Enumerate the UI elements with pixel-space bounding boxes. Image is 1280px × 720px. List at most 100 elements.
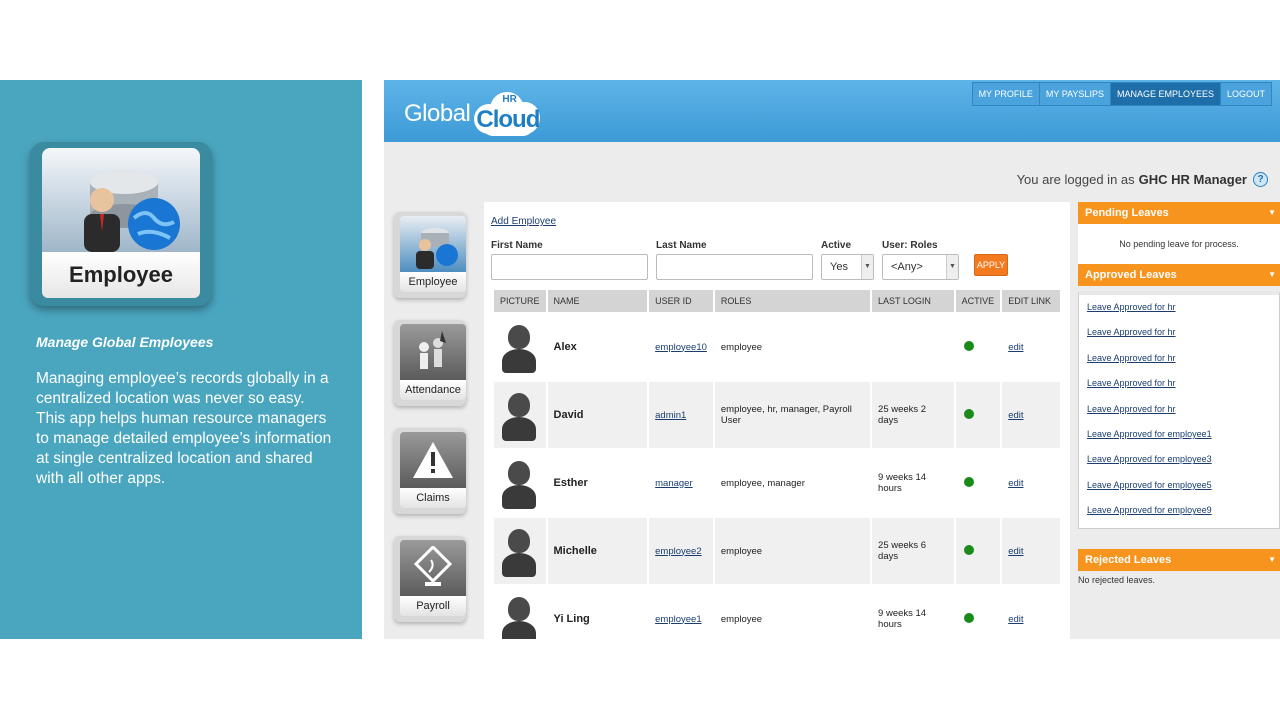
last-name-input[interactable]	[656, 254, 813, 280]
app-header: Global HR Cloud MY PROFILE MY PAYSLIPS M…	[384, 80, 1280, 142]
module-payroll[interactable]: Payroll	[394, 536, 466, 622]
avatar	[500, 321, 536, 373]
edit-link[interactable]: edit	[1008, 342, 1023, 353]
employee-name: Esther	[547, 450, 648, 516]
module-employee[interactable]: Employee	[394, 212, 466, 298]
approved-leave-link[interactable]: Leave Approved for hr	[1079, 397, 1279, 422]
table-header-row: PICTURE NAME USER ID ROLES LAST LOGIN AC…	[494, 290, 1060, 312]
module-attendance[interactable]: Attendance	[394, 320, 466, 406]
logo-hr-text: HR	[502, 94, 517, 105]
apply-button[interactable]: APPLY	[974, 254, 1008, 276]
approved-leave-link[interactable]: Leave Approved for hr	[1079, 346, 1279, 371]
approved-leave-link[interactable]: Leave Approved for hr	[1079, 320, 1279, 345]
table-row: Michelle employee2 employee 25 weeks 6 d…	[494, 518, 1060, 584]
module-claims-label: Claims	[400, 488, 466, 508]
col-edit-link: EDIT LINK	[1002, 290, 1060, 312]
col-user-id[interactable]: USER ID	[649, 290, 713, 312]
pending-leaves-title: Pending Leaves	[1085, 207, 1169, 219]
col-active[interactable]: ACTIVE	[955, 290, 1001, 312]
global-hr-cloud-logo: Global HR Cloud	[404, 90, 541, 136]
approved-leaves-header[interactable]: Approved Leaves ▼	[1078, 264, 1280, 286]
top-nav: MY PROFILE MY PAYSLIPS MANAGE EMPLOYEES …	[971, 82, 1272, 106]
edit-link[interactable]: edit	[1008, 546, 1023, 557]
approved-leave-link[interactable]: Leave Approved for hr	[1079, 371, 1279, 396]
logged-in-user: GHC HR Manager	[1138, 172, 1247, 187]
employee-roles: employee	[714, 518, 871, 584]
approved-leave-link[interactable]: Leave Approved for employee9	[1079, 498, 1279, 523]
promo-description: Managing employee’s records globally in …	[36, 370, 332, 487]
nav-my-profile[interactable]: MY PROFILE	[971, 82, 1040, 106]
active-status-icon	[963, 476, 974, 487]
page: Employee Manage Global Employees Managin…	[0, 0, 1280, 720]
avatar	[500, 593, 536, 639]
employee-name: Michelle	[547, 518, 648, 584]
active-select[interactable]: Yes ▼	[821, 254, 874, 280]
active-status-icon	[963, 544, 974, 555]
col-picture[interactable]: PICTURE	[494, 290, 546, 312]
leaves-sidebar: Pending Leaves ▼ No pending leave for pr…	[1078, 202, 1280, 639]
help-icon[interactable]: ?	[1253, 172, 1268, 187]
employee-icon	[400, 216, 466, 272]
module-sidebar: Employee Attendance Claims Payroll	[394, 212, 472, 639]
chevron-down-icon: ▼	[861, 255, 873, 279]
user-id-link[interactable]: employee2	[655, 546, 701, 557]
approved-leave-link[interactable]: Leave Approved for employee5	[1079, 473, 1279, 498]
promo-title: Manage Global Employees	[36, 334, 214, 350]
avatar	[500, 525, 536, 577]
logged-in-status: You are logged in as GHC HR Manager ?	[1017, 172, 1268, 187]
cloud-icon: HR Cloud	[474, 92, 541, 136]
table-row: David admin1 employee, hr, manager, Payr…	[494, 382, 1060, 448]
logo-global-text: Global	[404, 100, 471, 127]
promo-panel: Employee Manage Global Employees Managin…	[0, 80, 362, 639]
pending-leaves-header[interactable]: Pending Leaves ▼	[1078, 202, 1280, 224]
employee-icon	[42, 148, 200, 252]
col-name[interactable]: NAME	[547, 290, 648, 312]
pending-leaves-message: No pending leave for process.	[1078, 224, 1280, 264]
employee-last-login: 9 weeks 14 hours	[872, 450, 954, 516]
employee-last-login: 9 weeks 14 hours	[872, 586, 954, 639]
employee-roles: employee, manager	[714, 450, 871, 516]
user-id-link[interactable]: manager	[655, 478, 693, 489]
active-status-icon	[963, 612, 974, 623]
table-row: Yi Ling employee1 employee 9 weeks 14 ho…	[494, 586, 1060, 639]
attendance-icon	[400, 324, 466, 380]
chevron-down-icon: ▼	[1268, 554, 1276, 564]
first-name-input[interactable]	[491, 254, 648, 280]
active-status-icon	[963, 340, 974, 351]
table-row: Alex employee10 employee edit	[494, 314, 1060, 380]
user-id-link[interactable]: employee1	[655, 614, 701, 625]
employee-app-label: Employee	[42, 252, 200, 298]
warning-icon	[400, 432, 466, 488]
approved-leave-link[interactable]: Leave Approved for employee3	[1079, 447, 1279, 472]
avatar	[500, 389, 536, 441]
col-roles[interactable]: ROLES	[714, 290, 871, 312]
edit-link[interactable]: edit	[1008, 410, 1023, 421]
nav-logout[interactable]: LOGOUT	[1219, 82, 1272, 106]
user-id-link[interactable]: admin1	[655, 410, 686, 421]
module-attendance-label: Attendance	[400, 380, 466, 400]
active-select-value: Yes	[830, 261, 848, 273]
edit-link[interactable]: edit	[1008, 614, 1023, 625]
approved-leave-link[interactable]: Leave Approved for hr	[1079, 295, 1279, 320]
roles-select-value: <Any>	[891, 261, 923, 273]
add-employee-link[interactable]: Add Employee	[491, 216, 556, 227]
approved-leaves-title: Approved Leaves	[1085, 269, 1177, 281]
edit-link[interactable]: edit	[1008, 478, 1023, 489]
active-status-icon	[963, 408, 974, 419]
rejected-leaves-header[interactable]: Rejected Leaves ▼	[1078, 548, 1280, 571]
employee-roles: employee, hr, manager, Payroll User	[714, 382, 871, 448]
logged-in-prefix: You are logged in as	[1016, 172, 1135, 187]
user-id-link[interactable]: employee10	[655, 342, 707, 353]
module-claims[interactable]: Claims	[394, 428, 466, 514]
roles-select[interactable]: <Any> ▼	[882, 254, 959, 280]
payroll-icon	[400, 540, 466, 596]
col-last-login[interactable]: LAST LOGIN	[872, 290, 954, 312]
roles-label: User: Roles	[882, 240, 938, 251]
table-row: Esther manager employee, manager 9 weeks…	[494, 450, 1060, 516]
module-employee-label: Employee	[400, 272, 466, 292]
first-name-label: First Name	[491, 240, 543, 251]
approved-leave-link[interactable]: Leave Approved for employee1	[1079, 422, 1279, 447]
nav-my-payslips[interactable]: MY PAYSLIPS	[1038, 82, 1111, 106]
nav-manage-employees[interactable]: MANAGE EMPLOYEES	[1109, 82, 1221, 106]
chevron-down-icon: ▼	[946, 255, 958, 279]
